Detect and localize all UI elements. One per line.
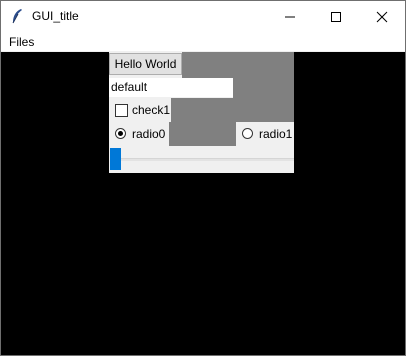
close-icon	[376, 11, 388, 23]
window-title: GUI_title	[32, 9, 79, 23]
hello-world-button[interactable]: Hello World	[109, 53, 182, 75]
maximize-icon	[331, 12, 341, 22]
radio1-option[interactable]: radio1	[236, 122, 294, 146]
radio0-option[interactable]: radio0	[109, 122, 169, 146]
gray-fill-top	[182, 52, 294, 78]
scale-trough[interactable]	[121, 158, 294, 161]
close-button[interactable]	[359, 1, 405, 32]
radio1-label: radio1	[259, 127, 293, 141]
scale-slider[interactable]	[109, 147, 294, 173]
check1-label: check1	[132, 103, 171, 117]
menu-files[interactable]: Files	[9, 35, 34, 49]
radio0-label: radio0	[132, 127, 166, 141]
widget-panel: Hello World default check1 radio0 radio1	[109, 52, 294, 173]
text-entry[interactable]: default	[109, 78, 233, 97]
check1-checkbox[interactable]: check1	[109, 98, 171, 122]
scale-thumb[interactable]	[110, 148, 121, 170]
checkbox-box-icon[interactable]	[115, 104, 128, 117]
feather-icon	[10, 8, 24, 24]
minimize-button[interactable]	[267, 1, 313, 32]
gray-fill-entry-right	[233, 78, 294, 98]
title-bar[interactable]: GUI_title	[1, 1, 405, 32]
minimize-icon	[285, 16, 295, 18]
gray-fill-radio-middle	[169, 122, 236, 146]
maximize-button[interactable]	[313, 1, 359, 32]
radio-selected-icon[interactable]	[115, 128, 126, 139]
app-window: GUI_title Files Hello World default chec…	[0, 0, 406, 356]
menu-bar: Files	[1, 32, 405, 52]
radio-unselected-icon[interactable]	[242, 128, 253, 139]
gray-fill-check-right	[171, 98, 294, 122]
